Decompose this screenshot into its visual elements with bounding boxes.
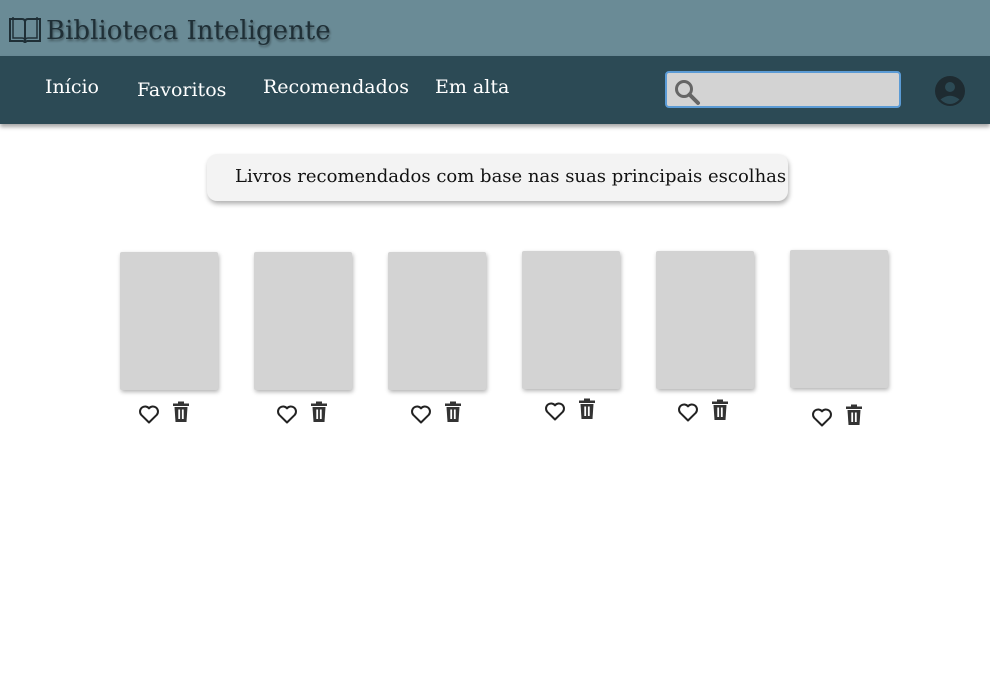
- search-box[interactable]: [665, 71, 901, 108]
- book-actions: [388, 400, 486, 428]
- trash-icon[interactable]: [307, 400, 331, 424]
- book-actions: [254, 400, 352, 428]
- nav-item-favoritos[interactable]: Favoritos: [137, 79, 226, 101]
- heart-outline-icon[interactable]: [810, 405, 834, 429]
- trash-icon[interactable]: [169, 400, 193, 424]
- title-bar: Biblioteca Inteligente: [0, 0, 990, 56]
- book-cover-placeholder[interactable]: [254, 252, 352, 390]
- book-card: [522, 251, 620, 421]
- heart-outline-icon[interactable]: [275, 402, 299, 426]
- book-actions: [522, 397, 620, 425]
- book-card: [790, 250, 888, 427]
- trash-icon[interactable]: [575, 397, 599, 421]
- book-cover-placeholder[interactable]: [790, 250, 888, 388]
- heart-outline-icon[interactable]: [409, 402, 433, 426]
- book-card: [120, 252, 218, 424]
- search-icon: [675, 80, 700, 105]
- trash-icon[interactable]: [441, 400, 465, 424]
- trash-icon[interactable]: [708, 398, 732, 422]
- book-actions: [120, 400, 218, 428]
- open-book-icon: [9, 17, 41, 44]
- app-title: Biblioteca Inteligente: [46, 16, 331, 46]
- heart-outline-icon[interactable]: [543, 399, 567, 423]
- book-card: [388, 252, 486, 424]
- account-circle-icon[interactable]: [934, 75, 966, 107]
- heart-outline-icon[interactable]: [676, 400, 700, 424]
- trash-icon[interactable]: [842, 403, 866, 427]
- book-card: [254, 252, 352, 424]
- book-actions: [790, 403, 888, 431]
- banner-text: Livros recomendados com base nas suas pr…: [235, 166, 787, 187]
- book-cover-placeholder[interactable]: [522, 251, 620, 389]
- nav-item-recomendados[interactable]: Recomendados: [263, 76, 409, 98]
- heart-outline-icon[interactable]: [137, 402, 161, 426]
- search-input[interactable]: [705, 77, 897, 105]
- nav-item-em-alta[interactable]: Em alta: [435, 76, 509, 98]
- book-actions: [656, 398, 754, 426]
- book-cover-placeholder[interactable]: [388, 252, 486, 390]
- book-cover-placeholder[interactable]: [120, 252, 218, 390]
- book-card: [656, 251, 754, 422]
- book-cover-placeholder[interactable]: [656, 251, 754, 389]
- nav-item-inicio[interactable]: Início: [45, 76, 99, 98]
- recommendation-banner: Livros recomendados com base nas suas pr…: [207, 154, 788, 201]
